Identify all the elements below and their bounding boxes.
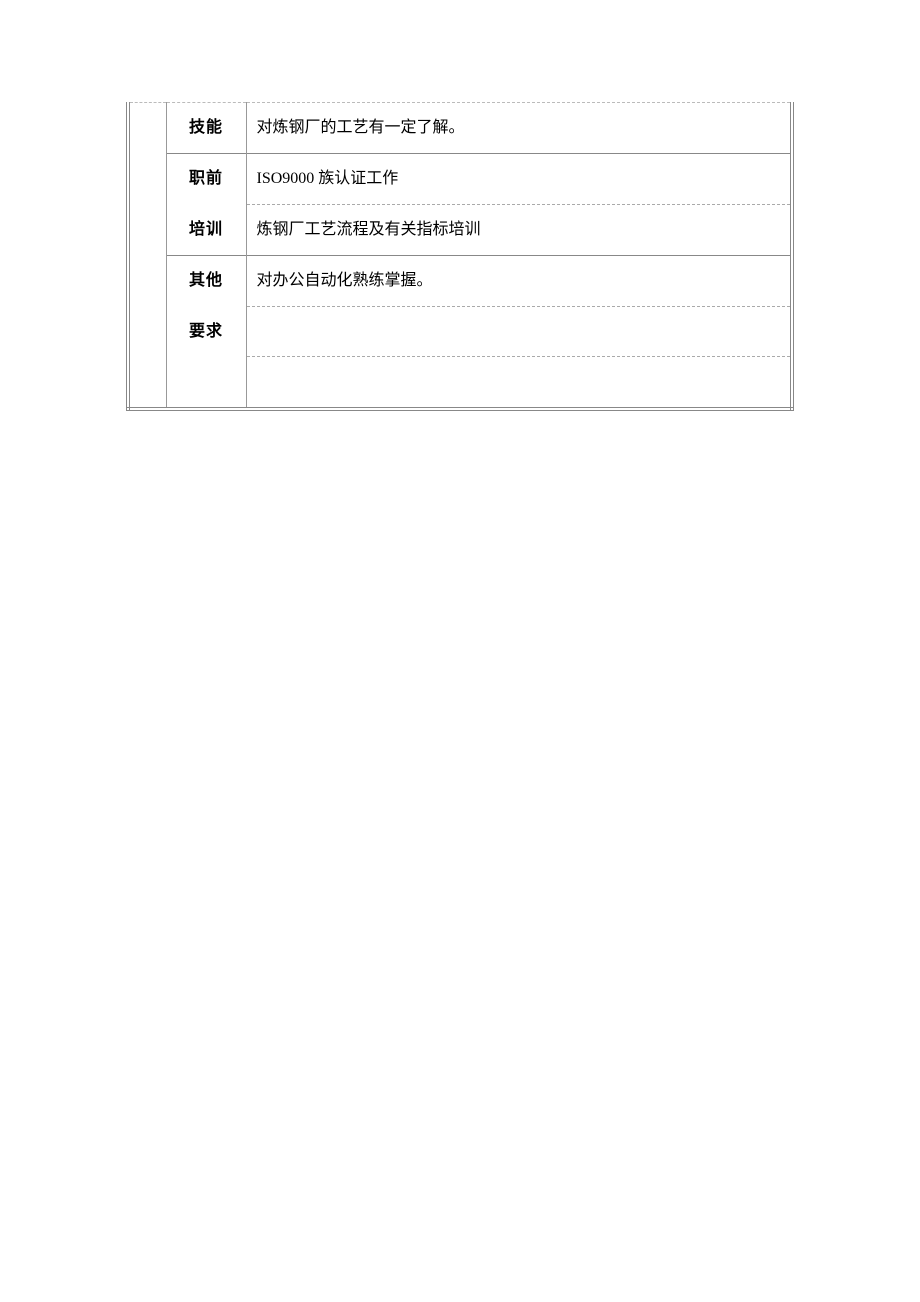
label-pretraining-1: 职前: [166, 154, 246, 205]
content-other-2: [246, 307, 792, 357]
table-row: 技能 对炼钢厂的工艺有一定了解。: [128, 103, 792, 154]
table-row: 要求: [128, 307, 792, 357]
label-other-2: 要求: [166, 307, 246, 357]
content-pretraining-1: ISO9000 族认证工作: [246, 154, 792, 205]
table-row: 其他 对办公自动化熟练掌握。: [128, 256, 792, 307]
content-pretraining-2: 炼钢厂工艺流程及有关指标培训: [246, 205, 792, 256]
content-other-3: [246, 357, 792, 409]
category-spacer-cell: [128, 103, 166, 410]
label-other-3: [166, 357, 246, 409]
label-pretraining-2: 培训: [166, 205, 246, 256]
job-requirements-table: 技能 对炼钢厂的工艺有一定了解。 职前 ISO9000 族认证工作 培训 炼钢厂…: [126, 102, 794, 411]
content-skill: 对炼钢厂的工艺有一定了解。: [246, 103, 792, 154]
table-row: [128, 357, 792, 409]
content-other-1: 对办公自动化熟练掌握。: [246, 256, 792, 307]
label-other-1: 其他: [166, 256, 246, 307]
label-skill: 技能: [166, 103, 246, 154]
table-row: 职前 ISO9000 族认证工作: [128, 154, 792, 205]
table-row: 培训 炼钢厂工艺流程及有关指标培训: [128, 205, 792, 256]
